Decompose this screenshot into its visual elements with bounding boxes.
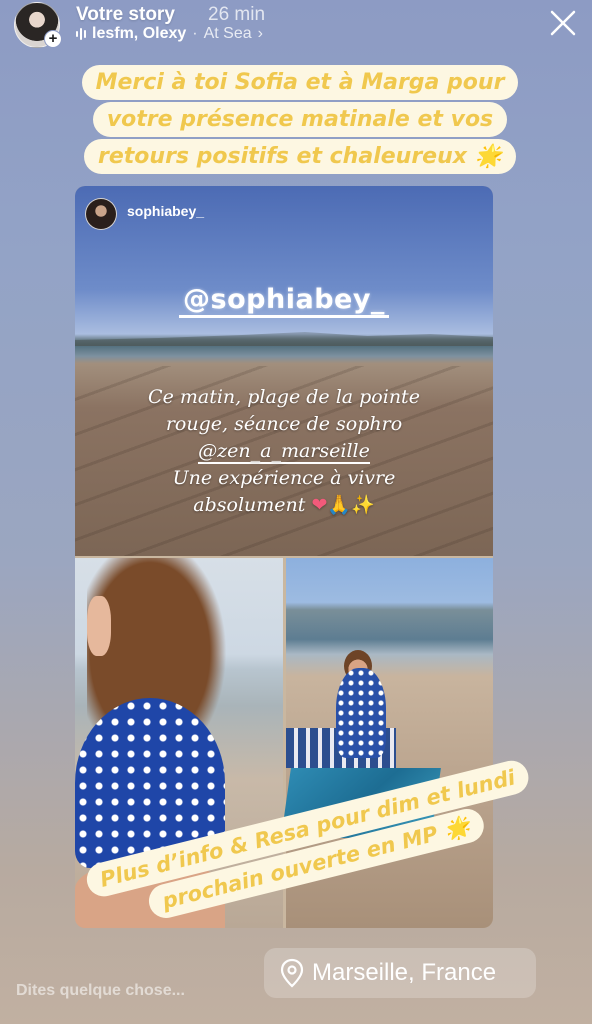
- sparkles-emoji: ✨: [351, 494, 375, 516]
- close-icon: [550, 10, 576, 36]
- caption-line: Merci à toi Sofia et à Marga pour: [81, 65, 519, 100]
- add-story-icon[interactable]: +: [44, 30, 62, 48]
- music-artist: lesfm, Olexy: [92, 25, 187, 42]
- story-timestamp: 26 min: [208, 4, 266, 25]
- caption-line: retours positifs et chaleureux 🌟: [84, 139, 516, 174]
- post-caption: Ce matin, plage de la pointe rouge, séan…: [75, 384, 493, 519]
- woman-seated: [336, 668, 386, 758]
- face: [87, 596, 111, 656]
- post-caption-line: absolument: [193, 494, 306, 516]
- location-pin-icon: [280, 958, 304, 988]
- music-track: At Sea: [203, 25, 252, 42]
- post-caption-line: rouge, séance de sophro: [165, 413, 403, 435]
- post-author-avatar[interactable]: [85, 198, 117, 230]
- post-author-username[interactable]: sophiabey_: [127, 203, 204, 219]
- mention-sticker[interactable]: @sophiabey_: [75, 284, 493, 318]
- coastline-hill: [75, 332, 493, 346]
- chevron-right-icon: ›: [257, 25, 263, 42]
- post-caption-line: Une expérience à vivre: [172, 467, 396, 489]
- caption-line: votre présence matinale et vos: [92, 102, 508, 137]
- mention-text: @sophiabey_: [179, 284, 389, 318]
- music-separator: ·: [192, 25, 198, 42]
- top-caption-sticker: Merci à toi Sofia et à Marga pour votre …: [30, 64, 570, 175]
- location-sticker[interactable]: Marseille, France: [264, 948, 536, 998]
- post-caption-line: Ce matin, plage de la pointe: [148, 386, 420, 408]
- reply-input[interactable]: Dites quelque chose...: [16, 982, 246, 1006]
- pray-emoji: 🙏: [327, 494, 352, 516]
- heart-emoji: ❤: [311, 494, 328, 516]
- music-bars-icon: [76, 27, 86, 41]
- story-title[interactable]: Votre story: [76, 4, 175, 26]
- location-label: Marseille, France: [312, 959, 497, 986]
- beach-photo: sophiabey_ @sophiabey_ Ce matin, plage d…: [75, 186, 493, 556]
- post-caption-mention[interactable]: @zen_a_marseille: [198, 440, 370, 464]
- music-attribution[interactable]: lesfm, Olexy · At Sea ›: [76, 25, 263, 43]
- story-owner-avatar[interactable]: +: [14, 2, 62, 48]
- close-button[interactable]: [548, 8, 578, 38]
